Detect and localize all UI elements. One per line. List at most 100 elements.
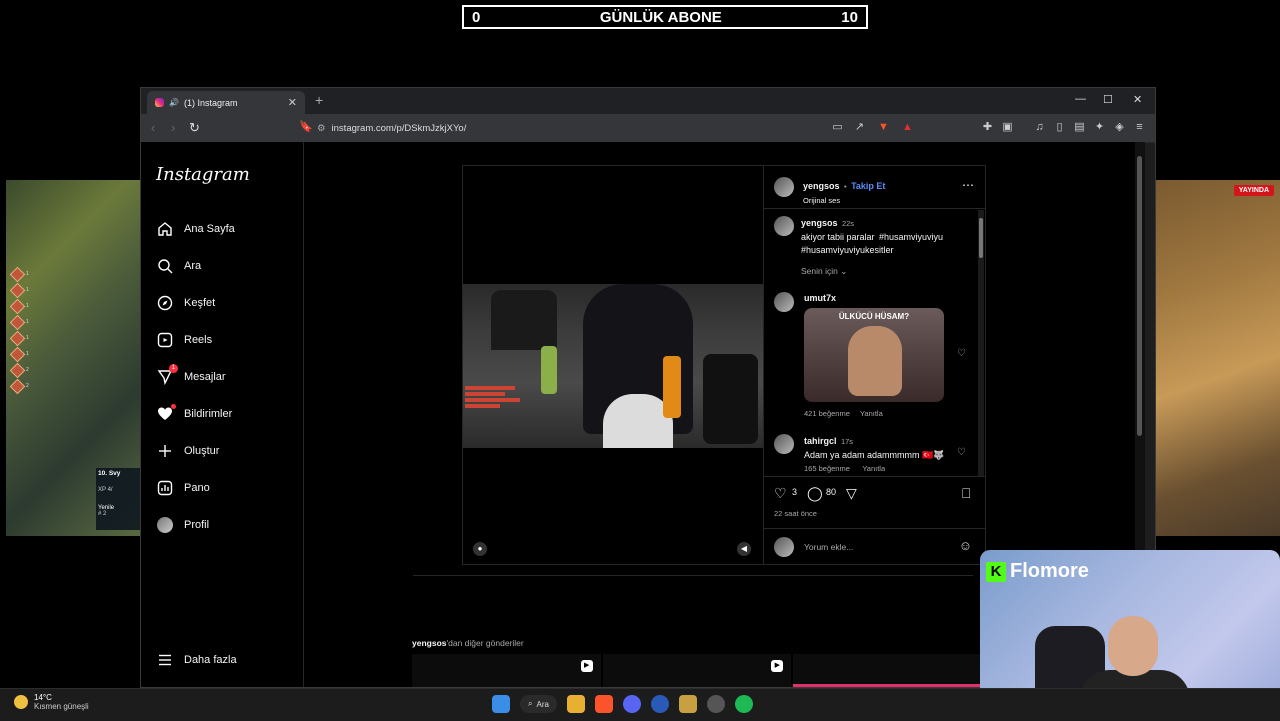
- instagram-logo[interactable]: Instagram: [156, 164, 250, 185]
- post-modal: ● ◀ yengsos • Takip Et Orijinal ses ⋯ ye…: [462, 165, 986, 565]
- weather-widget[interactable]: 14°C Kısmen güneşli: [14, 693, 89, 711]
- comment2-reply[interactable]: Yanıtla: [862, 464, 885, 473]
- share-post-icon[interactable]: ▽: [846, 485, 857, 502]
- cast-icon[interactable]: ▭: [831, 121, 844, 134]
- weather-sun-icon: [14, 695, 28, 709]
- file-explorer-icon[interactable]: [566, 695, 585, 713]
- nav-more[interactable]: Daha fazla: [156, 648, 237, 672]
- share-icon[interactable]: ↗: [853, 121, 866, 134]
- new-tab-icon[interactable]: +: [315, 92, 323, 108]
- screenshot-icon[interactable]: ▣: [1001, 121, 1014, 134]
- nav-create[interactable]: Oluştur: [156, 439, 219, 463]
- nav-home[interactable]: Ana Sayfa: [156, 217, 235, 241]
- speaker-icon[interactable]: 🔊: [169, 98, 179, 107]
- nav-explore[interactable]: Keşfet: [156, 291, 215, 315]
- menu-icon[interactable]: ≡: [1133, 121, 1146, 134]
- comment-like-icon[interactable]: ♡: [957, 348, 966, 359]
- comment2-like-icon[interactable]: ♡: [957, 447, 966, 458]
- comment-image[interactable]: ÜLKÜCÜ HÜSAM?: [804, 308, 944, 402]
- post-thumbnail[interactable]: ▶: [412, 654, 601, 687]
- extensions-icon[interactable]: ✚: [981, 121, 994, 134]
- instagram-favicon-icon: [155, 98, 164, 107]
- start-icon[interactable]: [492, 695, 510, 713]
- like-icon[interactable]: ♡: [774, 485, 787, 502]
- forward-icon[interactable]: ›: [171, 120, 175, 135]
- dashboard-icon: [156, 479, 174, 497]
- more-posts-user[interactable]: yengsos: [412, 638, 447, 648]
- reel-video[interactable]: [463, 284, 763, 448]
- minimize-icon[interactable]: —: [1075, 93, 1086, 105]
- comment-avatar[interactable]: [774, 292, 794, 312]
- kick-logo-icon: K: [986, 561, 1006, 582]
- video-bottle-orange: [663, 356, 681, 418]
- url-text: instagram.com/p/DSkmJzkjXYo/: [331, 122, 467, 134]
- audio-label[interactable]: Orijinal ses: [803, 196, 885, 205]
- like-count[interactable]: 3: [792, 487, 797, 497]
- close-window-icon[interactable]: ✕: [1133, 93, 1142, 106]
- site-info-icon[interactable]: ⚙: [317, 123, 326, 134]
- comment-likes[interactable]: 421 beğenme: [804, 409, 850, 418]
- comments-scrollbar[interactable]: [978, 210, 984, 476]
- brave-shield-icon[interactable]: ▼: [877, 121, 890, 134]
- post-thumbnail[interactable]: ▶: [602, 654, 792, 687]
- nav-profile-label: Profil: [184, 519, 210, 531]
- follow-button[interactable]: Takip Et: [851, 181, 885, 191]
- comment-count[interactable]: 80: [826, 487, 836, 497]
- league-icon[interactable]: [678, 695, 697, 713]
- sidebar-icon[interactable]: ▯: [1053, 121, 1066, 134]
- leo-ai-icon[interactable]: ✦: [1093, 121, 1106, 134]
- volume-icon[interactable]: ◀: [737, 542, 751, 556]
- nav-notifications[interactable]: Bildirimler: [156, 402, 232, 426]
- tagged-user-icon[interactable]: ●: [473, 542, 487, 556]
- comment2-avatar[interactable]: [774, 434, 794, 454]
- nav-dashboard[interactable]: Pano: [156, 476, 210, 500]
- brave-rewards-icon[interactable]: ▲: [901, 121, 914, 134]
- nav-reels[interactable]: Reels: [156, 328, 212, 352]
- section-divider: [413, 575, 973, 576]
- comment2-user[interactable]: tahirgcl: [804, 436, 837, 446]
- comment2-likes[interactable]: 165 beğenme: [804, 464, 850, 473]
- emoji-icon[interactable]: ☺: [959, 538, 972, 553]
- hashtag-2[interactable]: #husamviyuviyukesitler: [801, 245, 894, 255]
- more-posts-grid: ▶ ▶: [412, 654, 983, 687]
- brave-browser-icon[interactable]: [594, 695, 613, 713]
- game-player-list: 1 1 1 1 1 1 2 2: [9, 266, 82, 394]
- close-tab-icon[interactable]: ✕: [288, 96, 297, 109]
- steam-icon[interactable]: [706, 695, 725, 713]
- taskbar-search-label: Ara: [536, 699, 549, 709]
- vpn-icon[interactable]: ◈: [1113, 121, 1126, 134]
- more-options-icon[interactable]: ⋯: [962, 178, 974, 192]
- discord-icon[interactable]: [622, 695, 641, 713]
- streamer-head: [1108, 616, 1158, 676]
- comment-user[interactable]: umut7x: [804, 293, 836, 303]
- music-icon[interactable]: ♫: [1033, 121, 1046, 134]
- comment-icon[interactable]: ◯: [807, 485, 823, 502]
- messages-badge: 1: [169, 364, 178, 373]
- spotify-icon[interactable]: [734, 695, 753, 713]
- nav-profile[interactable]: Profil: [156, 513, 209, 537]
- live-badge: YAYINDA: [1233, 185, 1274, 196]
- nav-messages[interactable]: 1 Mesajlar: [156, 364, 226, 389]
- bookmark-icon[interactable]: 🔖: [299, 120, 313, 133]
- tab-instagram[interactable]: 🔊 (1) Instagram ✕: [147, 91, 305, 114]
- hashtag-1[interactable]: #husamviyuviyu: [879, 232, 943, 242]
- nav-search[interactable]: Ara: [156, 254, 201, 278]
- caption-user[interactable]: yengsos: [801, 218, 838, 228]
- caption-avatar[interactable]: [774, 216, 794, 236]
- post-thumbnail[interactable]: [793, 654, 983, 687]
- nav-reels-label: Reels: [184, 334, 213, 346]
- post-author[interactable]: yengsos: [803, 181, 840, 191]
- app-icon[interactable]: [650, 695, 669, 713]
- comment-reply[interactable]: Yanıtla: [860, 409, 883, 418]
- url-field[interactable]: ⚙ instagram.com/p/DSkmJzkjXYo/: [317, 119, 917, 137]
- back-icon[interactable]: ‹: [151, 120, 155, 135]
- maximize-icon[interactable]: ☐: [1103, 93, 1113, 106]
- author-avatar[interactable]: [774, 177, 794, 197]
- for-you-label[interactable]: Senin için ⌄: [801, 266, 847, 277]
- add-comment-input[interactable]: Yorum ekle...: [804, 542, 853, 552]
- taskbar-search[interactable]: ⌕ Ara: [520, 695, 557, 713]
- post-media[interactable]: ● ◀: [463, 166, 763, 564]
- wallet-icon[interactable]: ▤: [1073, 121, 1086, 134]
- reload-icon[interactable]: ↻: [189, 120, 200, 136]
- save-icon[interactable]: ⎕: [962, 485, 970, 502]
